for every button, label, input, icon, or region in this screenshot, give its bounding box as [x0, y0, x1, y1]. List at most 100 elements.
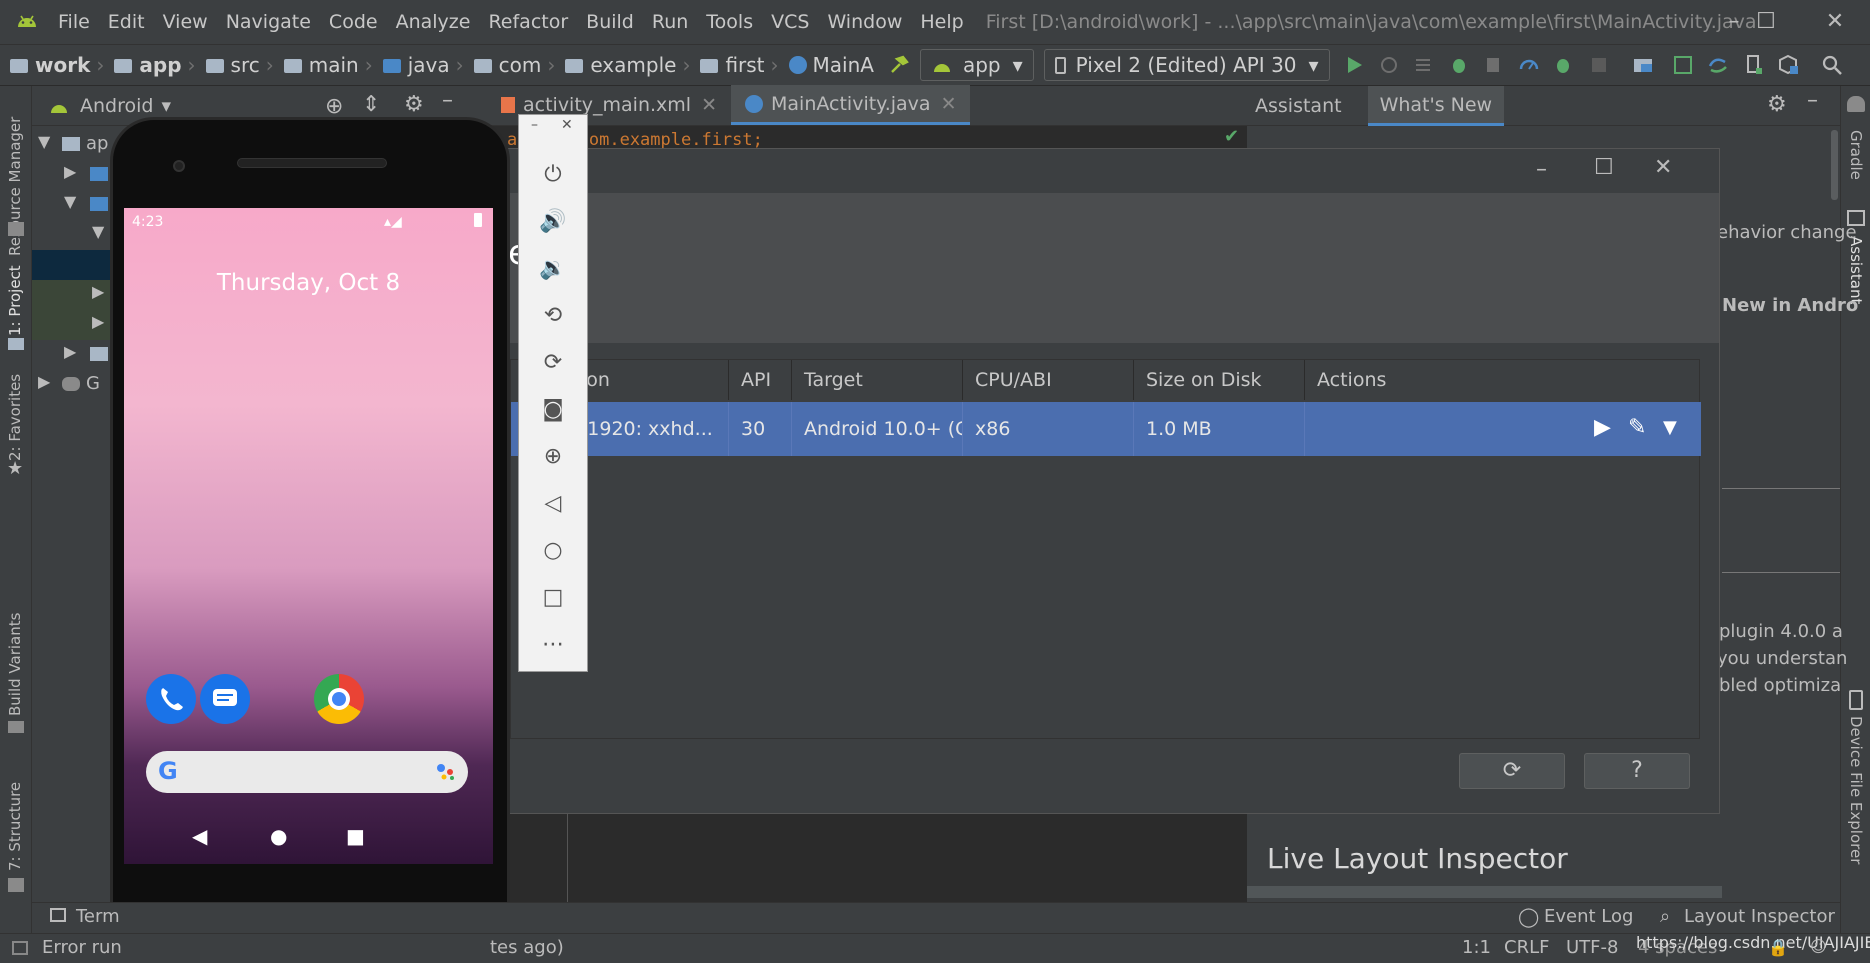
coverage-icon[interactable] [1483, 54, 1505, 76]
inspector-icon[interactable]: ☺ [1810, 937, 1827, 956]
date-widget[interactable]: Thursday, Oct 8 [124, 270, 493, 296]
status-message[interactable]: Error run [42, 937, 122, 958]
device-dropdown[interactable]: Pixel 2 (Edited) API 30 ▾ [1043, 49, 1330, 81]
chevron-down-icon[interactable]: ▼ [1663, 417, 1677, 438]
hide-icon[interactable]: – [442, 88, 453, 113]
breadcrumb-java[interactable]: java [382, 53, 450, 77]
phone-app-icon[interactable] [146, 674, 196, 724]
volume-up-icon[interactable]: 🔊 [538, 207, 568, 237]
tool-project[interactable]: 1: Project [6, 265, 24, 336]
attach-debugger-icon[interactable] [1553, 54, 1575, 76]
menu-vcs[interactable]: VCS [771, 11, 809, 33]
volume-down-icon[interactable]: 🔉 [538, 254, 568, 284]
file-encoding[interactable]: UTF-8 [1566, 937, 1618, 958]
home-icon[interactable]: ○ [538, 536, 568, 566]
launch-icon[interactable]: ▶ [1594, 415, 1611, 440]
apply-changes-icon[interactable] [1378, 54, 1400, 76]
tool-terminal[interactable]: Term [76, 906, 120, 927]
collapse-all-icon[interactable]: ⇕ [362, 92, 380, 117]
overview-icon[interactable]: □ [538, 583, 568, 613]
close-icon[interactable]: ✕ [941, 93, 957, 115]
rotate-left-icon[interactable]: ⟲ [538, 301, 568, 331]
tool-device-file-explorer[interactable]: Device File Explorer [1847, 716, 1865, 864]
google-search-bar[interactable]: G [146, 751, 468, 793]
search-icon[interactable] [1821, 54, 1843, 76]
tool-structure[interactable]: 7: Structure [6, 782, 24, 871]
messages-app-icon[interactable] [200, 674, 250, 724]
close-icon[interactable]: ✕ [561, 117, 573, 133]
column-target[interactable]: Target [792, 360, 963, 400]
profile-icon[interactable] [1518, 54, 1540, 76]
home-icon[interactable]: ● [270, 824, 287, 848]
close-icon[interactable]: ✕ [1815, 8, 1855, 36]
sync-gradle-icon[interactable] [1707, 54, 1729, 76]
power-icon[interactable]: ⏻ [538, 160, 568, 190]
run-config-dropdown[interactable]: app ▾ [919, 49, 1034, 81]
caret-position[interactable]: 1:1 [1462, 937, 1491, 958]
zoom-icon[interactable]: ⊕ [538, 442, 568, 472]
menu-analyze[interactable]: Analyze [396, 11, 471, 33]
breadcrumb-com[interactable]: com [473, 53, 541, 77]
menu-view[interactable]: View [163, 11, 208, 33]
more-icon[interactable]: ⋯ [538, 630, 568, 660]
gear-icon[interactable]: ⚙ [1767, 92, 1787, 117]
project-structure-icon[interactable] [1632, 54, 1654, 76]
minimize-icon[interactable]: – [1536, 157, 1547, 182]
tool-gradle[interactable]: Gradle [1847, 130, 1865, 180]
menu-build[interactable]: Build [586, 11, 634, 33]
close-icon[interactable]: ✕ [1654, 155, 1672, 180]
tab-mainactivity-java[interactable]: MainActivity.java ✕ [731, 85, 971, 125]
tool-build-variants[interactable]: Build Variants [6, 613, 24, 716]
hide-icon[interactable]: – [1807, 88, 1818, 113]
maximize-icon[interactable]: ☐ [1746, 8, 1786, 36]
camera-icon[interactable]: ◙ [538, 395, 568, 425]
lock-icon[interactable]: 🔒 [1768, 938, 1788, 957]
tab-assistant[interactable]: Assistant [1255, 95, 1342, 117]
breadcrumb-example[interactable]: example [565, 53, 676, 77]
edit-icon[interactable]: ✎ [1628, 415, 1646, 440]
locate-icon[interactable]: ⊕ [325, 94, 343, 119]
chrome-app-icon[interactable] [314, 674, 364, 724]
layout-inspector-icon[interactable] [1672, 54, 1694, 76]
apply-code-changes-icon[interactable] [1413, 54, 1435, 76]
menu-code[interactable]: Code [329, 11, 378, 33]
breadcrumb-mainactivity[interactable]: MainA [788, 53, 874, 77]
column-size[interactable]: Size on Disk [1134, 360, 1305, 400]
menu-tools[interactable]: Tools [706, 11, 753, 33]
minimize-icon[interactable]: – [531, 117, 538, 133]
scrollbar[interactable] [1831, 130, 1838, 200]
menu-edit[interactable]: Edit [108, 11, 145, 33]
chevron-down-icon[interactable]: ▾ [161, 95, 171, 117]
tool-favorites[interactable]: 2: Favorites [6, 374, 24, 461]
menu-refactor[interactable]: Refactor [488, 11, 568, 33]
line-separator[interactable]: CRLF [1504, 937, 1549, 958]
menu-help[interactable]: Help [920, 11, 963, 33]
run-icon[interactable] [1343, 54, 1365, 76]
tool-event-log[interactable]: Event Log [1544, 906, 1633, 927]
menu-file[interactable]: File [58, 11, 90, 33]
column-cpu-abi[interactable]: CPU/ABI [963, 360, 1134, 400]
debug-icon[interactable] [1448, 54, 1470, 76]
tool-layout-inspector[interactable]: Layout Inspector [1684, 906, 1835, 927]
breadcrumb-app[interactable]: app [114, 53, 182, 77]
assistant-mic-icon[interactable] [436, 763, 456, 785]
breadcrumb-work[interactable]: work [10, 53, 90, 77]
breadcrumb-main[interactable]: main [283, 53, 359, 77]
refresh-button[interactable]: ⟳ [1459, 753, 1565, 789]
menu-navigate[interactable]: Navigate [226, 11, 311, 33]
rotate-right-icon[interactable]: ⟳ [538, 348, 568, 378]
sdk-manager-icon[interactable] [1777, 54, 1799, 76]
toggle-tool-windows-icon[interactable] [12, 941, 28, 955]
back-icon[interactable]: ◀ [192, 824, 207, 848]
back-icon[interactable]: ◁ [538, 489, 568, 519]
stop-icon[interactable] [1588, 54, 1610, 76]
menu-window[interactable]: Window [827, 11, 902, 33]
avd-manager-icon[interactable] [1742, 54, 1764, 76]
overview-icon[interactable]: ■ [346, 824, 365, 848]
hammer-icon[interactable] [888, 54, 910, 76]
column-api[interactable]: API [729, 360, 792, 400]
breadcrumb-src[interactable]: src [205, 53, 260, 77]
phone-screen[interactable]: 4:23 ▴◢ Thursday, Oct 8 G ◀ ● ■ [124, 208, 493, 864]
help-button[interactable]: ? [1584, 753, 1690, 789]
project-view-selector[interactable]: Android [80, 95, 153, 117]
